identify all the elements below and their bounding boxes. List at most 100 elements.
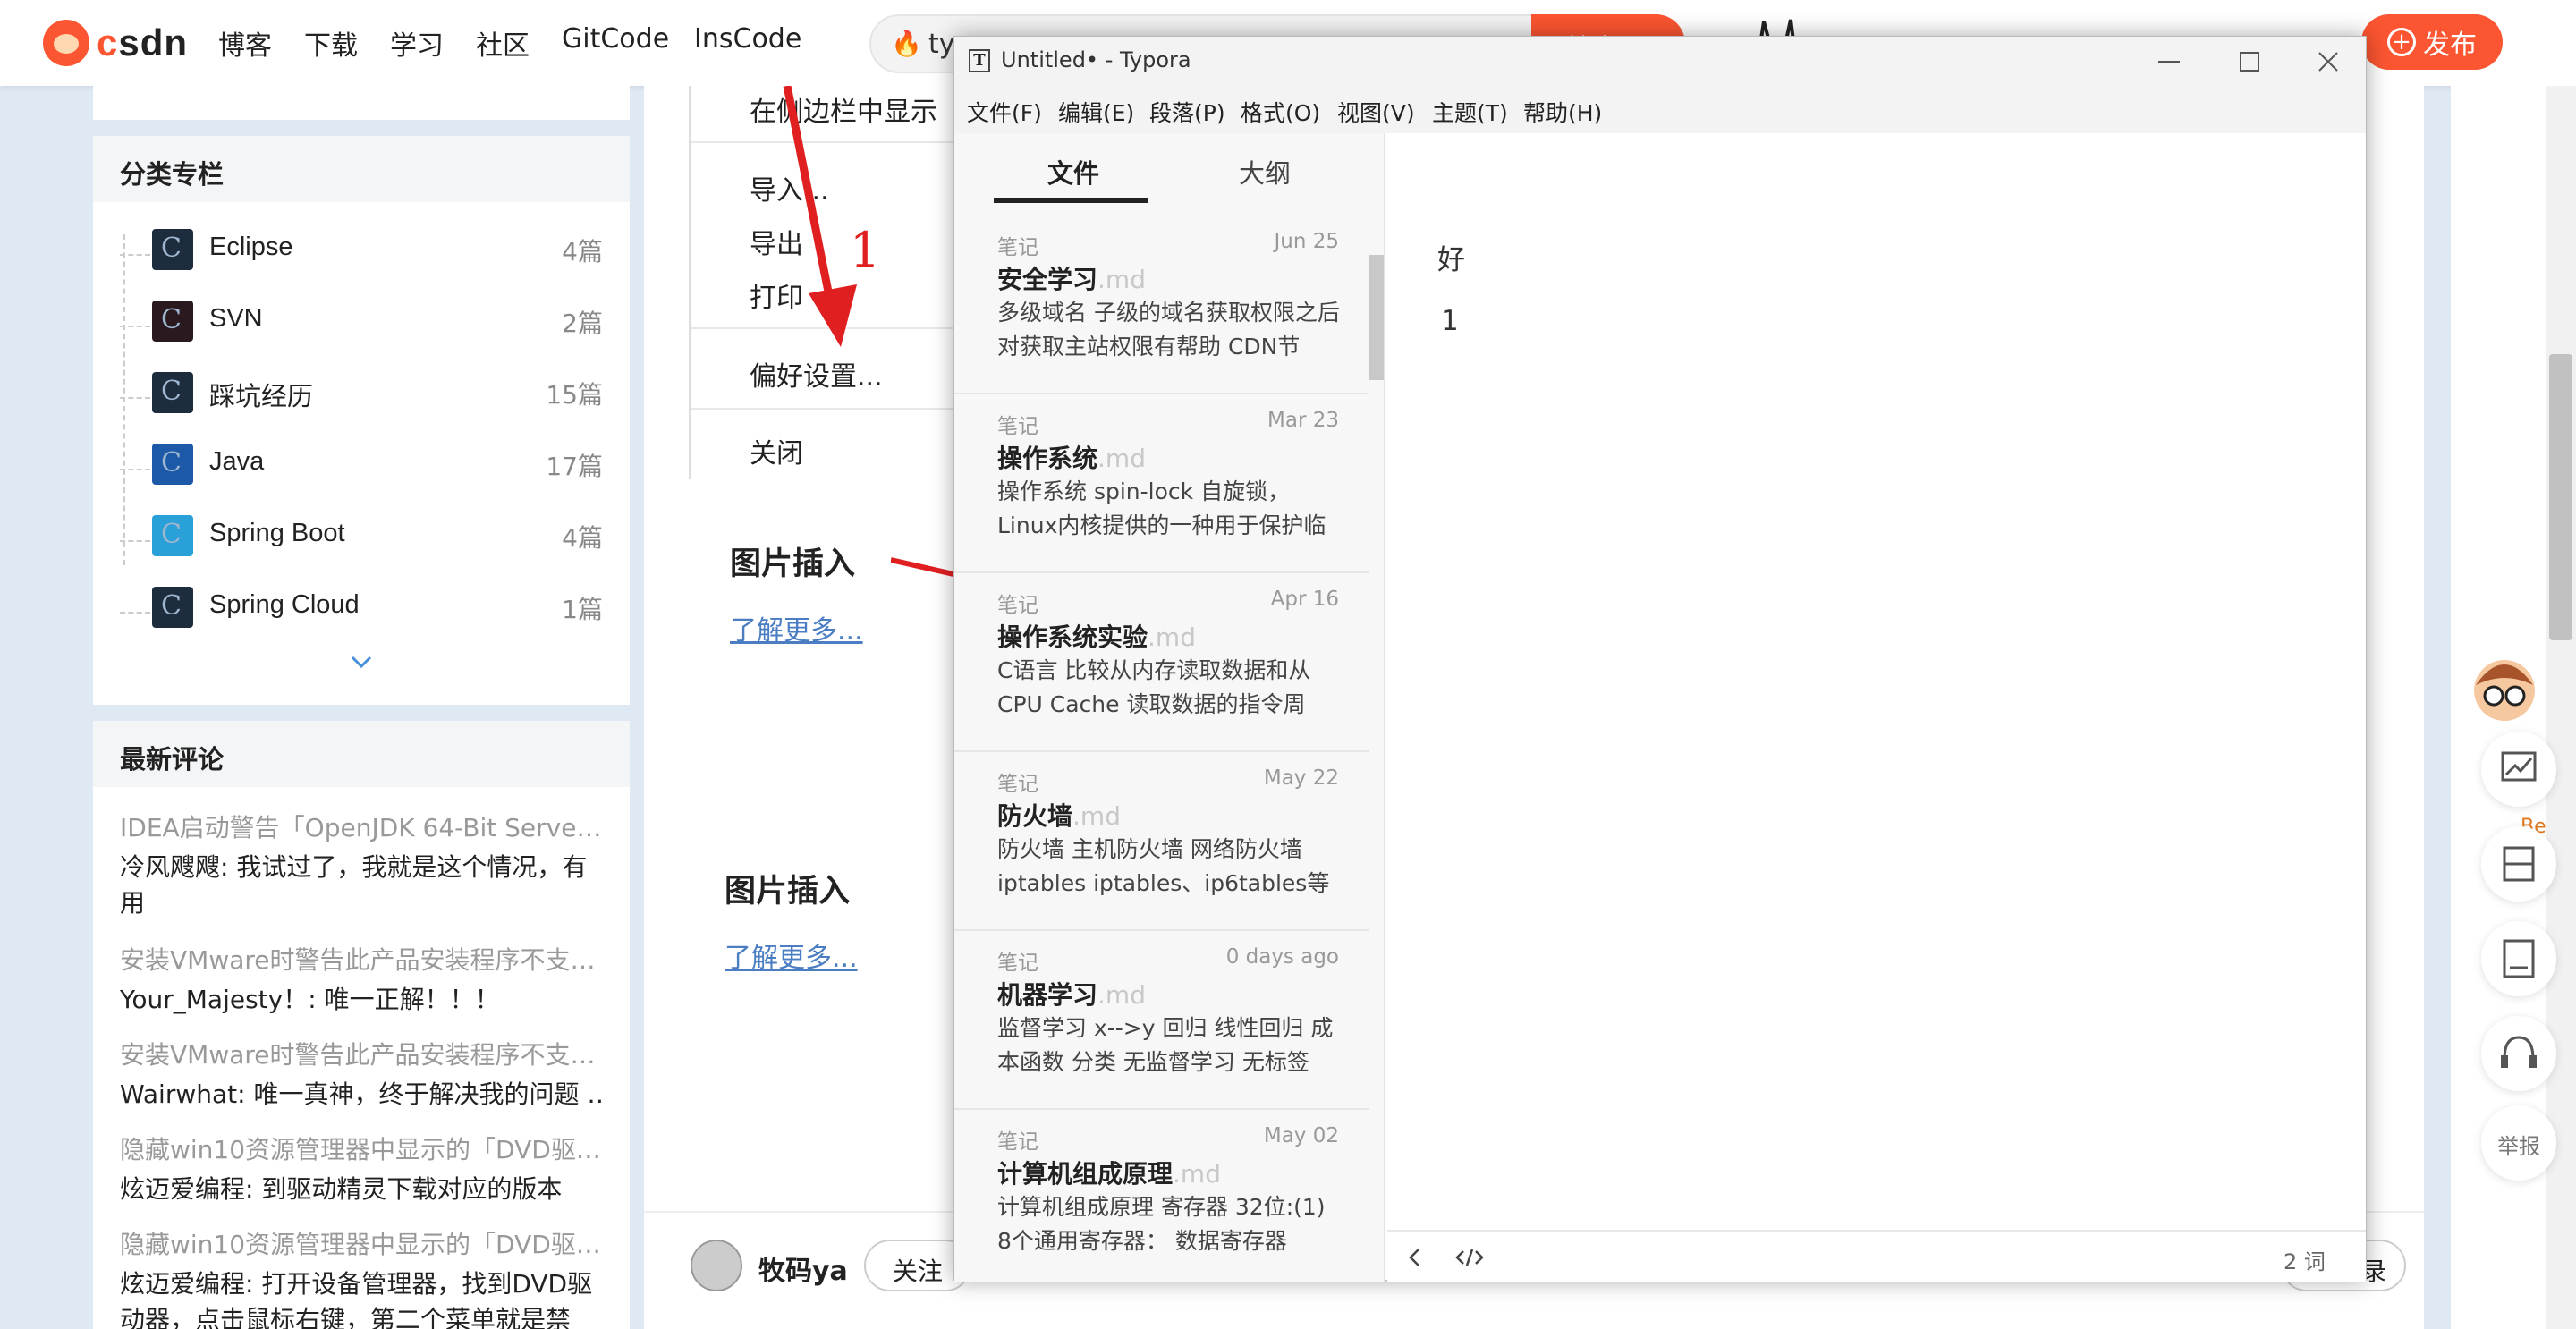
source-code-icon[interactable] [1453,1244,1486,1271]
category-count: 17篇 [546,452,603,481]
maximize-icon[interactable] [2228,40,2271,83]
file-list-item[interactable]: 笔记 Jun 25 安全学习.md 多级域名 子级的域名获取权限之后对获取主站权… [954,216,1369,394]
tab-active-indicator [994,198,1148,203]
publish-button[interactable]: + 发布 [2361,14,2503,70]
red-arrow-tail-icon [891,557,953,577]
nav-learn[interactable]: 学习 [390,23,444,63]
file-list-item[interactable]: 笔记 Mar 23 操作系统.md 操作系统 spin-lock 自旋锁，Lin… [954,394,1369,573]
note-date: May 22 [1263,766,1339,790]
typora-sidebar: 文件 大纲 笔记 Jun 25 安全学习.md 多级域名 子级的域名获取权限之后… [954,133,1385,1282]
learn-more-link[interactable]: 了解更多... [730,608,863,648]
section-heading: 图片插入 [724,874,851,910]
trend-chart-icon[interactable] [2481,732,2556,807]
category-item-eclipse[interactable]: Eclipse 4篇 [93,222,630,284]
red-arrow-icon [783,86,857,347]
typora-editor[interactable]: 好 1 [1387,133,2366,1230]
typora-titlebar[interactable]: T Untitled• - Typora [954,37,2366,87]
note-title: 机器学习.md [997,976,1146,1012]
spring-cloud-category-icon [152,587,193,628]
note-date: 0 days ago [1225,945,1339,969]
note-excerpt: 监督学习 x-->y 回归 线性回归 成本函数 分类 无监督学习 无标签 [997,1015,1334,1075]
expand-chevron-down-icon[interactable] [349,649,374,674]
note-date: Mar 23 [1267,409,1339,432]
section-heading: 图片插入 [730,546,856,582]
category-count: 2篇 [562,309,603,338]
author-name[interactable]: 牧码ya [758,1249,848,1288]
note-date: Apr 16 [1270,588,1339,611]
tree-branch [120,254,150,256]
nav-community[interactable]: 社区 [476,23,530,63]
scrollbar-thumb[interactable] [2549,354,2572,640]
layout-icon[interactable] [2481,826,2556,902]
note-ext: .md [1173,1159,1221,1189]
menu-file[interactable]: 文件(F) [967,96,1042,128]
note-folder: 笔记 [997,236,1038,259]
category-item-java[interactable]: Java 17篇 [93,436,630,499]
category-title: 分类专栏 [93,136,630,202]
menu-view[interactable]: 视图(V) [1337,96,1415,128]
note-name: 防火墙 [997,801,1073,831]
tree-branch [120,326,150,327]
comment-article-title[interactable]: IDEA启动警告「OpenJDK 64-Bit Server … [120,808,603,844]
comment-article-title[interactable]: 隐藏win10资源管理器中显示的「DVD驱… [120,1225,603,1261]
category-item-pitfalls[interactable]: 踩坑经历 15篇 [93,365,630,427]
typora-app-icon: T [969,49,990,72]
category-item-svn[interactable]: SVN 2篇 [93,293,630,356]
nav-blog[interactable]: 博客 [218,23,272,63]
typora-window-title: Untitled• - Typora [1001,47,1191,72]
note-name: 计算机组成原理 [997,1159,1174,1189]
java-category-icon [152,444,193,485]
report-button[interactable]: 举报 [2481,1105,2556,1181]
file-list-item[interactable]: 笔记 May 22 防火墙.md 防火墙 主机防火墙 网络防火墙 iptable… [954,752,1369,931]
csdn-logo-text: csdn [97,21,189,63]
note-date: Jun 25 [1274,230,1339,253]
note-name: 操作系统实验 [997,622,1148,652]
edit-note-icon[interactable] [2481,921,2556,996]
menu-format[interactable]: 格式(O) [1241,96,1320,128]
note-folder: 笔记 [997,773,1038,796]
note-excerpt: 多级域名 子级的域名获取权限之后对获取主站权限有帮助 CDN节 [997,300,1340,360]
nav-gitcode[interactable]: GitCode [562,23,669,55]
sidebar-scroll-thumb[interactable] [1369,255,1384,380]
category-count: 4篇 [562,237,603,267]
minimize-icon[interactable] [2148,40,2190,83]
menu-paragraph[interactable]: 段落(P) [1149,96,1225,128]
comment-article-title[interactable]: 安装VMware时警告此产品安装程序不支… [120,941,603,977]
editor-line[interactable]: 1 [1441,305,1459,337]
menu-help[interactable]: 帮助(H) [1523,96,1602,128]
file-list-item[interactable]: 笔记 0 days ago 机器学习.md 监督学习 x-->y 回归 线性回归… [954,931,1369,1110]
category-item-spring-boot[interactable]: Spring Boot 4篇 [93,508,630,571]
learn-more-link[interactable]: 了解更多... [724,935,858,975]
tree-branch [120,469,150,470]
category-count: 4篇 [562,523,603,553]
author-avatar[interactable] [691,1240,742,1291]
menu-theme[interactable]: 主题(T) [1432,96,1508,128]
comment-article-title[interactable]: 隐藏win10资源管理器中显示的「DVD驱… [120,1130,603,1166]
file-list-item[interactable]: 笔记 Apr 16 操作系统实验.md C语言 比较从内存读取数据和从CPU C… [954,573,1369,752]
csdn-logo[interactable]: csdn [43,16,188,70]
note-name: 安全学习 [997,265,1098,294]
note-ext: .md [1097,444,1146,473]
nav-inscode[interactable]: InsCode [694,23,801,55]
category-name: Spring Boot [209,519,345,547]
tab-files[interactable]: 文件 [1047,153,1099,190]
category-name: 踩坑经历 [209,383,314,411]
category-item-spring-cloud[interactable]: Spring Cloud 1篇 [93,580,630,642]
word-count[interactable]: 2 词 [2284,1244,2326,1275]
file-list-item[interactable]: 笔记 May 02 计算机组成原理.md 计算机组成原理 寄存器 32位:(1)… [954,1110,1369,1282]
editor-line[interactable]: 好 [1437,237,1465,277]
note-folder: 笔记 [997,594,1038,617]
csdn-mascot-icon [43,20,89,66]
category-count: 1篇 [562,595,603,624]
menu-edit[interactable]: 编辑(E) [1058,96,1134,128]
close-icon[interactable] [2307,40,2350,83]
comment-article-title[interactable]: 安装VMware时警告此产品安装程序不支… [120,1036,603,1071]
mascot-icon[interactable] [2470,653,2538,739]
note-name: 机器学习 [997,980,1098,1010]
tab-outline[interactable]: 大纲 [1239,153,1291,190]
comment-body: Your_Majesty！: 唯一正解！！！ [120,985,500,1014]
headset-support-icon[interactable] [2481,1016,2556,1091]
nav-download[interactable]: 下载 [304,23,358,63]
chevron-left-icon[interactable] [1402,1244,1428,1271]
note-ext: .md [1072,801,1121,831]
